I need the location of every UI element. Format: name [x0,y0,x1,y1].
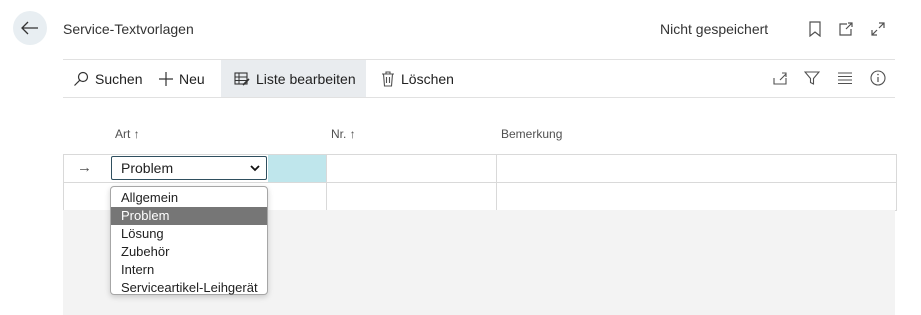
back-button[interactable] [13,11,47,45]
search-button[interactable]: Suchen [73,60,142,97]
edit-list-icon [234,71,250,87]
art-select-value: Problem [121,160,174,176]
filter-icon[interactable] [803,69,821,87]
search-label: Suchen [95,70,143,87]
delete-button[interactable]: Löschen [381,60,454,97]
edit-list-label: Liste bearbeiten [256,70,356,87]
list-view-icon[interactable] [836,69,854,87]
option-loesung[interactable]: Lösung [111,225,267,243]
arrow-left-icon [21,21,38,35]
action-bar-divider [63,97,895,98]
chevron-down-icon [250,165,260,172]
table-row[interactable]: → Problem [63,154,897,182]
option-intern[interactable]: Intern [111,261,267,279]
cell-divider [326,155,327,182]
cell-divider [326,183,327,210]
share-icon[interactable] [771,69,789,87]
cell-divider [496,183,497,210]
column-header-nr[interactable]: Nr. ↑ [331,127,356,141]
action-bar: Suchen Neu Liste bearbeiten Löschen [63,60,895,97]
option-serviceartikel-leihgeraet[interactable]: Serviceartikel-Leihgerät [111,279,267,297]
bookmark-icon[interactable] [806,20,824,38]
delete-label: Löschen [401,70,454,87]
page-title: Service-Textvorlagen [63,21,194,37]
active-cell-highlight [268,155,326,182]
expand-icon[interactable] [869,20,887,38]
trash-icon [381,70,395,87]
option-problem[interactable]: Problem [111,207,267,225]
art-select[interactable]: Problem [111,156,267,180]
option-zubehoer[interactable]: Zubehör [111,243,267,261]
art-dropdown-list[interactable]: Allgemein Problem Lösung Zubehör Intern … [110,186,268,295]
column-header-art[interactable]: Art ↑ [115,127,140,141]
info-icon[interactable] [869,69,887,87]
plus-icon [159,71,173,86]
save-status: Nicht gespeichert [660,21,769,37]
edit-list-button[interactable]: Liste bearbeiten [221,60,366,97]
cell-divider [496,155,497,182]
search-icon [73,71,89,87]
open-new-window-icon[interactable] [837,20,855,38]
column-header-bemerkung[interactable]: Bemerkung [501,127,562,141]
option-allgemein[interactable]: Allgemein [111,189,267,207]
new-label: Neu [179,70,205,87]
row-arrow-icon: → [77,159,92,176]
new-button[interactable]: Neu [159,60,205,97]
